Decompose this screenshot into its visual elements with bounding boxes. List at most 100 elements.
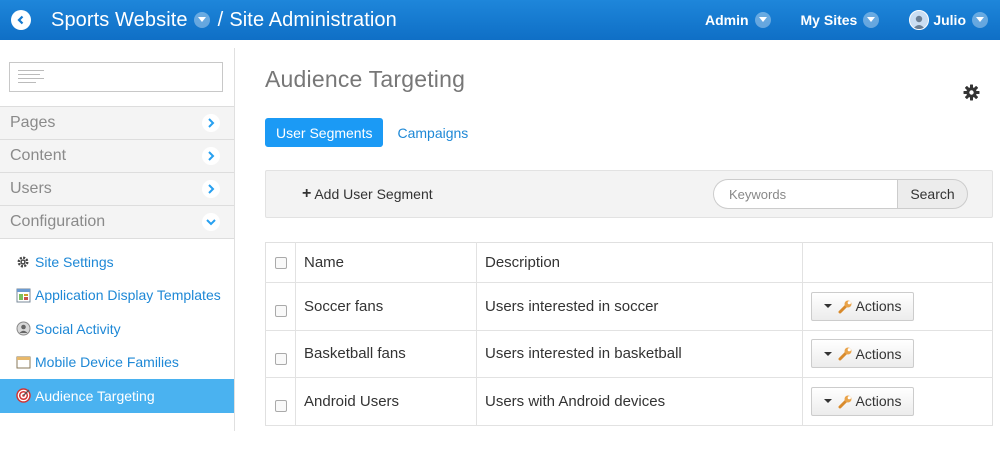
- sidebar: Pages Content Users Configuration Site S…: [0, 48, 235, 431]
- section-name: Site Administration: [229, 8, 397, 31]
- actions-label: Actions: [855, 345, 902, 362]
- table-row: Basketball fans Users interested in bask…: [265, 330, 993, 378]
- template-icon: [15, 287, 31, 303]
- gear-icon: [15, 254, 31, 270]
- segment-name: Soccer fans: [295, 282, 477, 331]
- chevron-down-icon: [202, 213, 220, 231]
- user-name: Julio: [933, 12, 966, 28]
- wrench-icon: [838, 299, 853, 314]
- top-bar: Sports Website / Site Administration Adm…: [0, 0, 1000, 40]
- user-segments-table: Name Description Soccer fans Users inter…: [265, 242, 993, 426]
- wrench-icon: [838, 394, 853, 409]
- target-icon: [15, 388, 31, 404]
- sidebar-item-label: Users: [10, 180, 52, 197]
- sidebar-item-label: Site Settings: [35, 253, 114, 270]
- tab-campaigns[interactable]: Campaigns: [397, 125, 468, 141]
- site-name[interactable]: Sports Website: [51, 9, 188, 32]
- keywords-input[interactable]: [713, 179, 897, 209]
- row-select-cell: [265, 377, 296, 426]
- segment-description: Users interested in soccer: [476, 282, 803, 331]
- configuration-submenu: Site Settings Application Display Templa…: [0, 239, 234, 413]
- chevron-right-icon: [202, 147, 220, 165]
- top-nav: Admin My Sites Julio: [675, 10, 1000, 30]
- avatar: [909, 10, 930, 30]
- user-menu[interactable]: Julio: [909, 10, 988, 30]
- search-button[interactable]: Search: [897, 179, 968, 209]
- actions-label: Actions: [855, 393, 902, 410]
- column-header-name: Name: [295, 242, 477, 283]
- row-select-cell: [265, 282, 296, 331]
- chevron-down-icon: [863, 12, 880, 28]
- select-all-checkbox[interactable]: [274, 257, 287, 270]
- my-sites-menu[interactable]: My Sites: [801, 12, 880, 28]
- admin-label: Admin: [704, 12, 749, 28]
- page-title: Audience Targeting: [265, 66, 466, 92]
- actions-cell: Actions: [802, 330, 993, 378]
- user-circle-icon: [15, 321, 31, 337]
- back-icon[interactable]: [11, 10, 31, 30]
- chevron-down-icon: [972, 12, 988, 28]
- sidebar-item-site-settings[interactable]: Site Settings: [0, 245, 234, 279]
- chevron-right-icon: [202, 114, 220, 132]
- add-user-segment-button[interactable]: + Add User Segment: [302, 185, 433, 203]
- caret-down-icon: [823, 304, 832, 309]
- sidebar-item-mobile-device-families[interactable]: Mobile Device Families: [0, 346, 234, 380]
- main-content: Audience Targeting User Segments Campaig…: [265, 48, 1000, 426]
- column-header-description: Description: [476, 242, 803, 283]
- segment-description: Users interested in basketball: [476, 330, 803, 378]
- sidebar-item-audience-targeting[interactable]: Audience Targeting: [0, 379, 234, 413]
- segment-name: Android Users: [295, 377, 477, 426]
- actions-label: Actions: [855, 298, 902, 315]
- sidebar-item-label: Pages: [10, 114, 56, 131]
- sidebar-item-label: Audience Targeting: [35, 387, 155, 404]
- actions-button[interactable]: Actions: [811, 386, 914, 416]
- sidebar-item-pages[interactable]: Pages: [0, 107, 234, 140]
- add-user-segment-label: Add User Segment: [314, 186, 433, 202]
- table-row: Soccer fans Users interested in soccer A…: [265, 282, 993, 331]
- tabs: User Segments Campaigns: [265, 118, 1000, 147]
- sidebar-item-application-display-templates[interactable]: Application Display Templates: [0, 279, 234, 313]
- my-sites-label: My Sites: [800, 12, 858, 28]
- breadcrumb: Sports Website / Site Administration: [51, 9, 397, 32]
- sidebar-item-label: Social Activity: [35, 320, 121, 337]
- actions-button[interactable]: Actions: [811, 291, 914, 321]
- search-group: Search: [713, 179, 968, 209]
- plus-icon: +: [302, 185, 312, 202]
- sidebar-nav: Pages Content Users Configuration: [0, 106, 234, 239]
- wrench-icon: [838, 346, 853, 361]
- row-checkbox[interactable]: [274, 400, 287, 413]
- admin-menu[interactable]: Admin: [705, 12, 771, 28]
- select-all-cell: [265, 242, 296, 283]
- sidebar-search-input[interactable]: [9, 62, 223, 92]
- row-checkbox[interactable]: [274, 352, 287, 365]
- row-select-cell: [265, 330, 296, 378]
- sidebar-item-label: Configuration: [10, 213, 106, 230]
- actions-cell: Actions: [802, 377, 993, 426]
- filter-lines-icon: [18, 70, 44, 86]
- sidebar-item-configuration[interactable]: Configuration: [0, 206, 234, 239]
- caret-down-icon: [823, 351, 832, 356]
- window-icon: [15, 354, 31, 370]
- management-toolbar: + Add User Segment Search: [265, 170, 993, 218]
- chevron-right-icon: [202, 180, 220, 198]
- tab-user-segments[interactable]: User Segments: [265, 118, 384, 147]
- segment-name: Basketball fans: [295, 330, 477, 378]
- table-row: Android Users Users with Android devices…: [265, 377, 993, 426]
- caret-down-icon: [823, 399, 832, 404]
- chevron-down-icon: [754, 12, 771, 28]
- sidebar-item-label: Content: [10, 147, 67, 164]
- sidebar-item-label: Application Display Templates: [35, 287, 221, 304]
- sidebar-item-content[interactable]: Content: [0, 140, 234, 173]
- gear-icon[interactable]: [963, 84, 980, 106]
- segment-description: Users with Android devices: [476, 377, 803, 426]
- sidebar-item-social-activity[interactable]: Social Activity: [0, 312, 234, 346]
- table-header-row: Name Description: [265, 242, 993, 283]
- breadcrumb-separator: /: [217, 8, 224, 31]
- row-checkbox[interactable]: [274, 305, 287, 318]
- column-header-actions: [802, 242, 993, 283]
- sidebar-item-users[interactable]: Users: [0, 173, 234, 206]
- actions-cell: Actions: [802, 282, 993, 331]
- sidebar-item-label: Mobile Device Families: [35, 354, 179, 371]
- actions-button[interactable]: Actions: [811, 339, 914, 369]
- chevron-down-icon[interactable]: [193, 12, 210, 28]
